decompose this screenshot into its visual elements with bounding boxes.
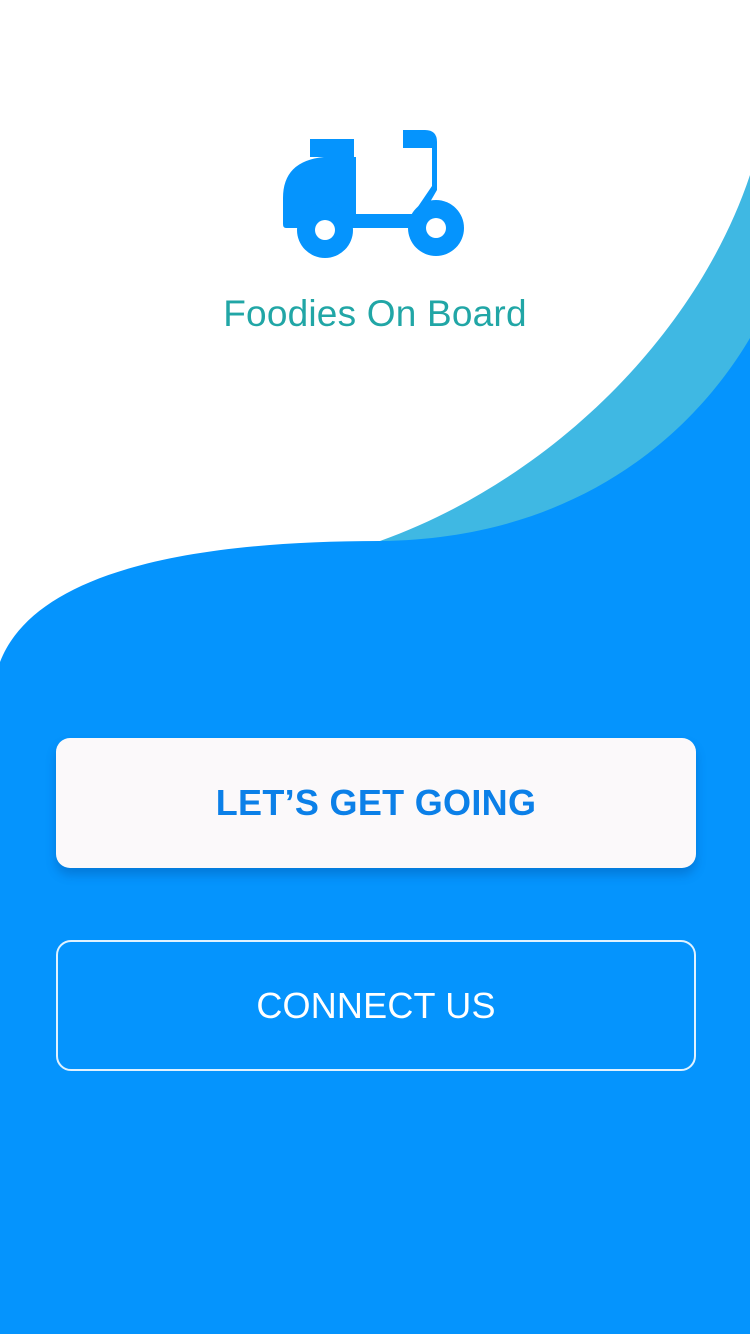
scooter-rear-hub (315, 220, 335, 240)
lets-get-going-button[interactable]: LET’S GET GOING (56, 738, 696, 868)
scooter-front-hub (426, 218, 446, 238)
welcome-screen: Foodies On Board LET’S GET GOING CONNECT… (0, 0, 750, 1334)
app-title: Foodies On Board (223, 293, 527, 334)
scooter-rear-rack (310, 139, 354, 157)
connect-us-button[interactable]: CONNECT US (56, 940, 696, 1071)
scooter-icon (283, 130, 464, 258)
